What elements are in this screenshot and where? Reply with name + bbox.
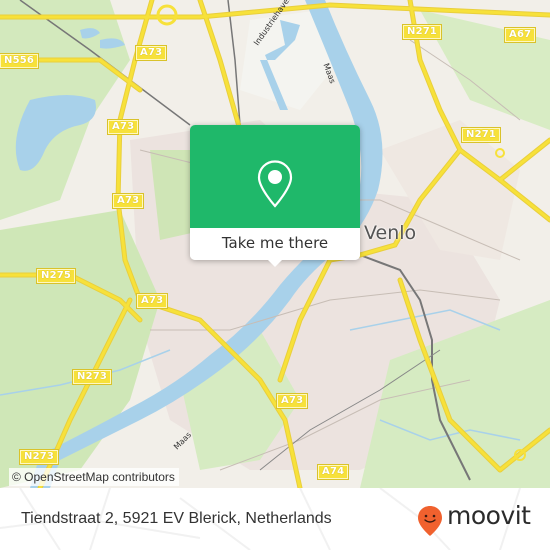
road-shield: N275 bbox=[35, 268, 77, 284]
map-pin-icon bbox=[257, 160, 293, 208]
take-me-there-button[interactable]: Take me there bbox=[190, 228, 360, 260]
road-shield: A73 bbox=[106, 119, 140, 135]
road-shield: N273 bbox=[71, 369, 113, 385]
road-shield: N273 bbox=[18, 449, 60, 465]
road-shield: A73 bbox=[111, 193, 145, 209]
road-shield: A73 bbox=[134, 45, 168, 61]
road-shield: A73 bbox=[275, 393, 309, 409]
moovit-brand[interactable]: moovit bbox=[447, 501, 531, 530]
location-popup[interactable]: Take me there bbox=[190, 125, 360, 267]
footer-bar: Tiendstraat 2, 5921 EV Blerick, Netherla… bbox=[0, 488, 550, 550]
map-attribution[interactable]: © OpenStreetMap contributors bbox=[9, 468, 179, 486]
city-label: Venlo bbox=[364, 222, 417, 244]
map-view[interactable]: Industriehaven Maas Maas Venlo A73 A73 A… bbox=[0, 0, 550, 488]
popup-pointer bbox=[267, 259, 283, 267]
road-shield: N271 bbox=[401, 24, 443, 40]
road-shield: A67 bbox=[503, 27, 537, 43]
road-shield: A74 bbox=[316, 464, 350, 480]
road-shield: N556 bbox=[0, 53, 40, 69]
address-text: Tiendstraat 2, 5921 EV Blerick, Netherla… bbox=[21, 510, 332, 527]
popup-header[interactable] bbox=[190, 125, 360, 228]
road-shield: A73 bbox=[135, 293, 169, 309]
moovit-logo-icon bbox=[418, 506, 442, 536]
road-shield: N271 bbox=[460, 127, 502, 143]
